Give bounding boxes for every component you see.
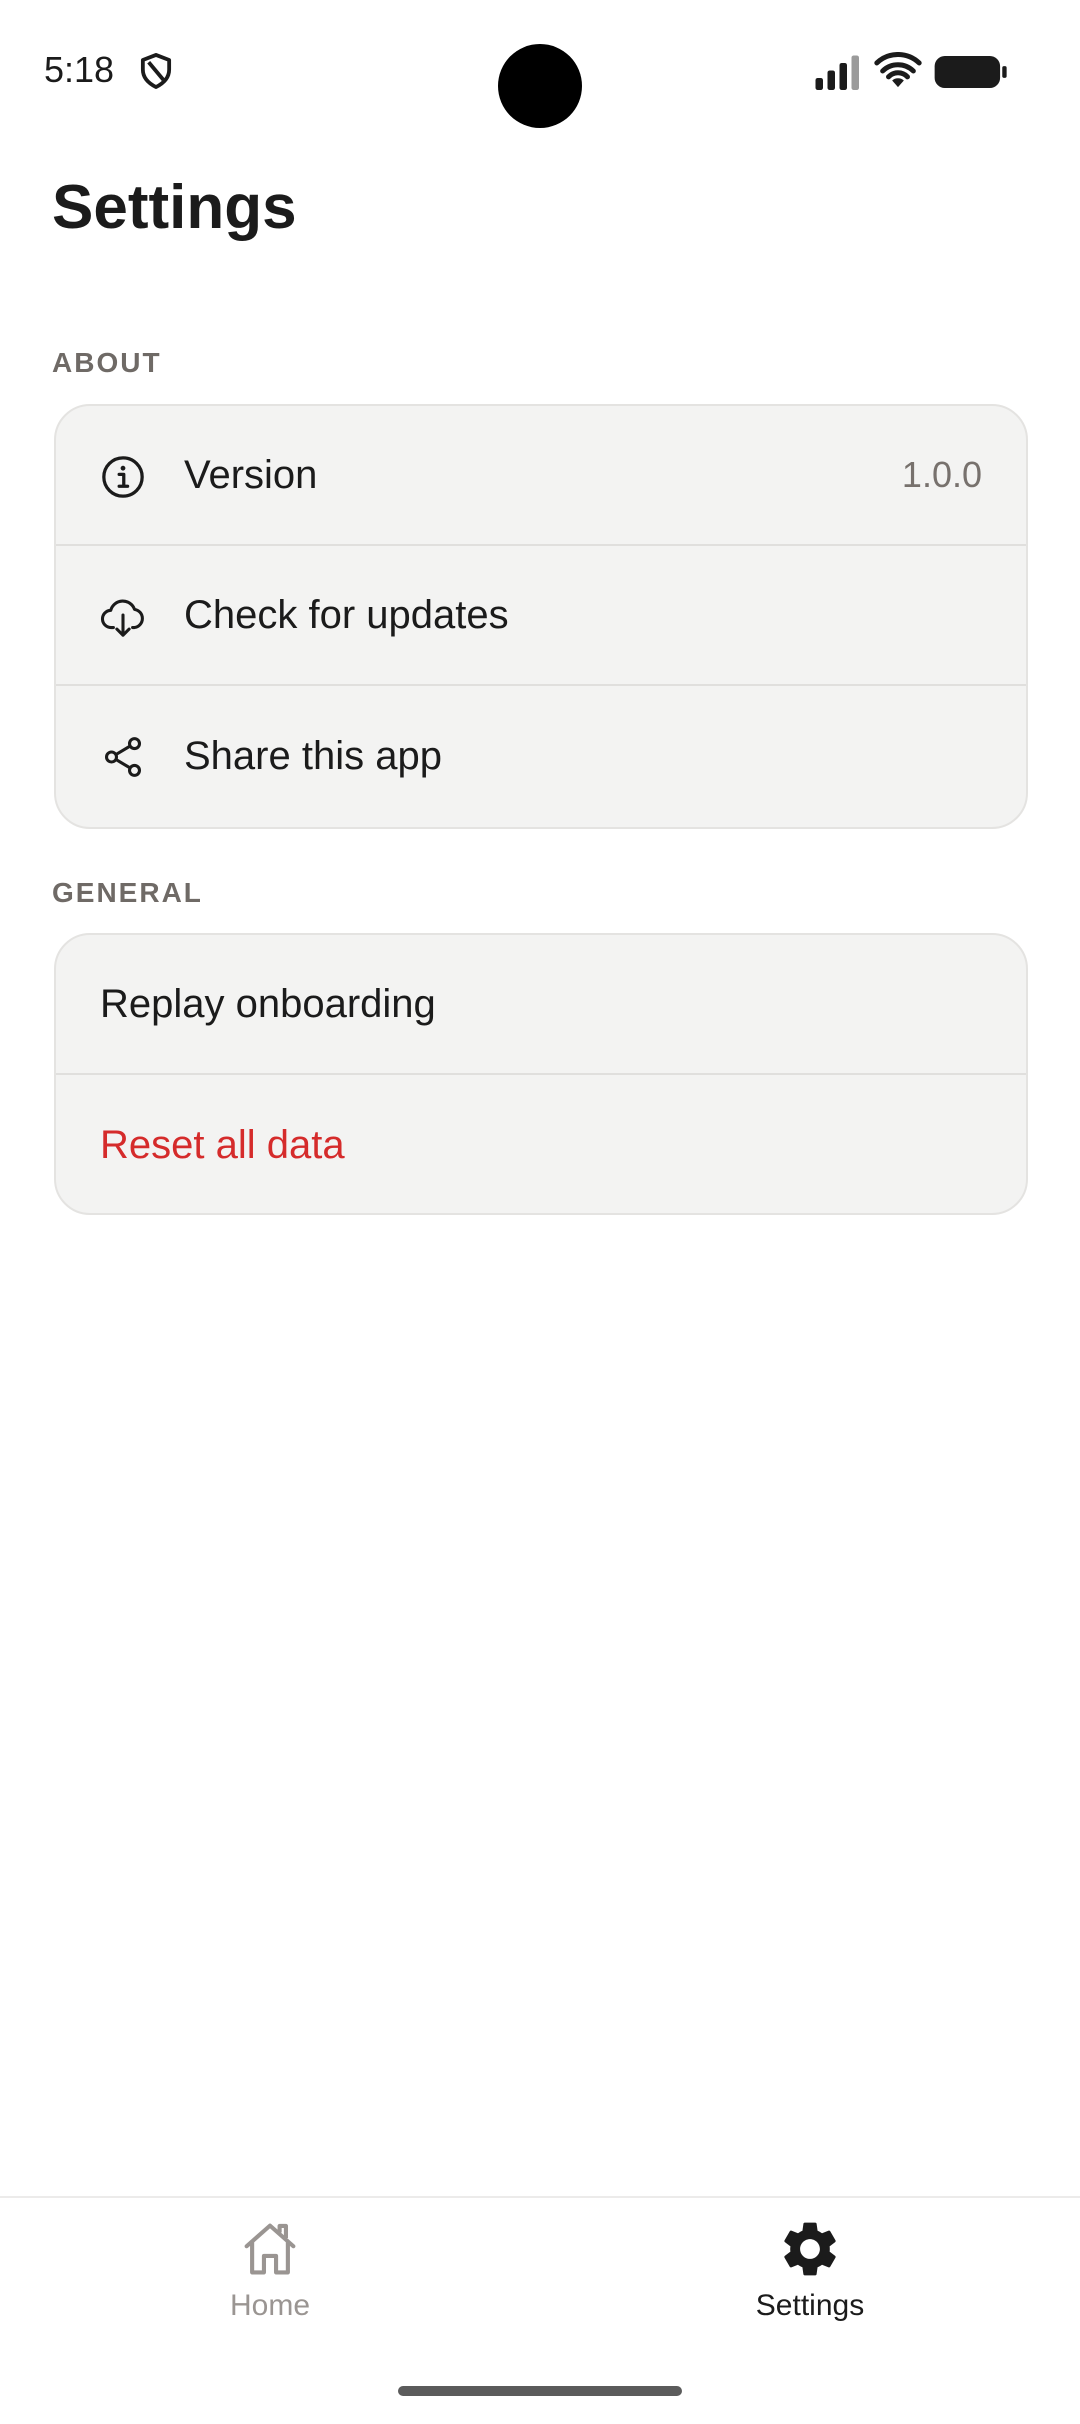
version-label: Version (184, 453, 318, 497)
cloud-download-icon (100, 599, 144, 637)
check-for-updates-row[interactable]: Check for updates (56, 546, 1026, 686)
replay-onboarding-label: Replay onboarding (100, 982, 436, 1026)
nav-label-home: Home (229, 2289, 311, 2322)
reset-all-data-label: Reset all data (100, 1123, 345, 1167)
reset-all-data-row[interactable]: Reset all data (56, 1075, 1026, 1213)
check-for-updates-label: Check for updates (184, 593, 509, 637)
nav-label-settings: Settings (755, 2289, 865, 2322)
share-app-label: Share this app (184, 734, 442, 778)
nav-item-settings[interactable]: Settings (710, 2216, 910, 2336)
version-row[interactable]: Version 1.0.0 (56, 406, 1026, 546)
section-label-general: GENERAL (52, 877, 203, 908)
signal-icon (815, 55, 859, 90)
shield-icon (140, 53, 172, 89)
version-value: 1.0.0 (901, 454, 982, 495)
home-indicator[interactable] (398, 2386, 682, 2396)
general-card: Replay onboarding Reset all data (54, 933, 1028, 1215)
battery-icon (934, 56, 1007, 88)
home-icon (244, 2223, 296, 2275)
wifi-icon (874, 52, 922, 88)
info-icon (102, 456, 144, 498)
section-label-about: ABOUT (52, 347, 162, 378)
share-app-row[interactable]: Share this app (56, 686, 1026, 826)
camera-cutout (498, 44, 582, 128)
settings-screen: 5:18 Settings ABOUT Version 1.0.0 Check … (0, 0, 1080, 2424)
about-card: Version 1.0.0 Check for updates Share th… (54, 404, 1028, 829)
replay-onboarding-row[interactable]: Replay onboarding (56, 935, 1026, 1075)
gear-icon (784, 2222, 836, 2276)
page-title: Settings (52, 173, 297, 242)
share-icon (104, 737, 142, 777)
status-time: 5:18 (44, 49, 115, 90)
nav-item-home[interactable]: Home (170, 2216, 370, 2336)
